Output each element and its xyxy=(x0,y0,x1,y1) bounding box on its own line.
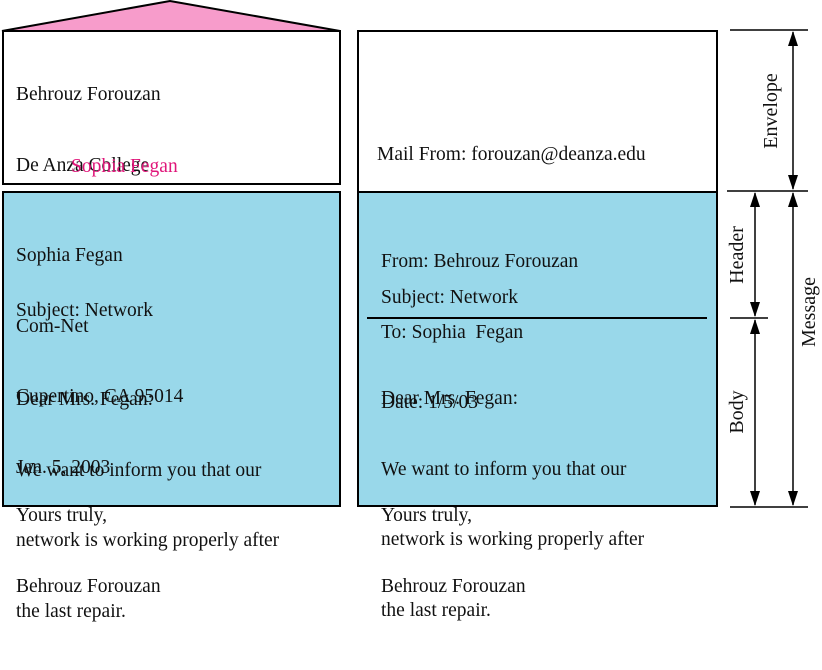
message-closing-line: Yours truly, xyxy=(381,505,473,526)
body-arrow-head-up xyxy=(750,319,760,334)
body-label: Body xyxy=(726,390,748,434)
mail-from: Mail From: forouzan@deanza.edu xyxy=(377,144,646,165)
message-label: Message xyxy=(798,277,820,347)
letter-closing-line: Behrouz Forouzan xyxy=(16,575,161,597)
header-body-divider xyxy=(367,317,707,319)
electronic-message: From: Behrouz Forouzan To: Sophia Fegan … xyxy=(357,191,718,621)
header-arrow-head-up xyxy=(750,192,760,207)
message-arrow-head-up xyxy=(788,192,798,207)
sender-line: Behrouz Forouzan xyxy=(16,84,161,105)
header-line: From: Behrouz Forouzan xyxy=(381,251,579,272)
message-arrow-head-down xyxy=(788,491,798,506)
electronic-envelope: Mail From: forouzan@deanza.edu RCPT To: … xyxy=(357,30,718,236)
envelope-flap xyxy=(1,0,341,32)
recipient-line: Sophia Fegan xyxy=(71,156,178,177)
body-arrow-head-down xyxy=(750,491,760,506)
letter-address-line: Sophia Fegan xyxy=(16,245,123,266)
envelope-arrow-head-up xyxy=(788,31,798,46)
message-subject: Subject: Network xyxy=(381,287,519,308)
message-closing-line: Behrouz Forouzan xyxy=(381,575,526,597)
envelope-arrow-head-down xyxy=(788,175,798,190)
envelope-label: Envelope xyxy=(760,73,782,149)
paper-letter: Sophia Fegan Com-Net Cupertino, CA 95014… xyxy=(2,191,341,622)
paper-envelope: Behrouz Forouzan De Anza College Cuperti… xyxy=(2,30,341,318)
message-closing: Yours truly, Behrouz Forouzan xyxy=(381,457,526,645)
letter-closing: Yours truly, Behrouz Forouzan xyxy=(16,457,161,645)
header-arrow-head-down xyxy=(750,302,760,317)
letter-closing-line: Yours truly, xyxy=(16,505,108,526)
letter-subject: Subject: Network xyxy=(16,300,154,321)
letter-body-line: Dear Mrs. Fegan: xyxy=(16,389,154,410)
header-label: Header xyxy=(726,226,748,284)
message-body-line: Dear Mrs. Fegan: xyxy=(381,388,519,409)
